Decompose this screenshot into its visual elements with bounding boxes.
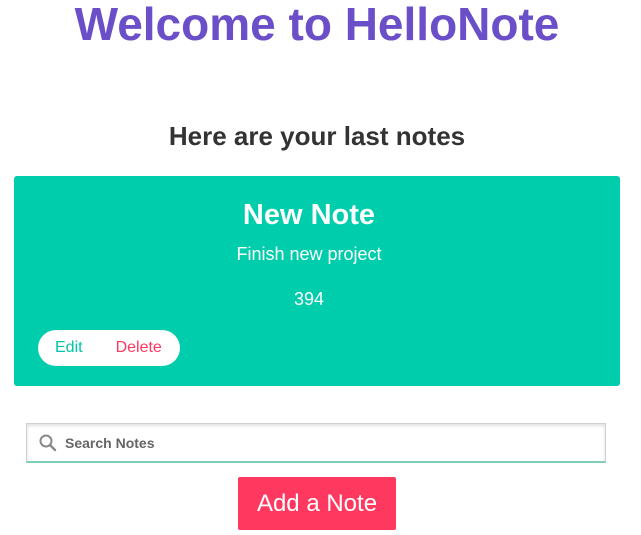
search-bar <box>26 423 606 463</box>
note-card: New Note Finish new project 394 Edit Del… <box>14 176 620 386</box>
search-input[interactable] <box>65 424 595 461</box>
edit-note-button[interactable]: Edit <box>38 339 83 357</box>
page-title: Welcome to HelloNote <box>74 0 560 50</box>
note-actions: Edit Delete <box>38 330 180 366</box>
note-body: Finish new project <box>236 244 382 264</box>
note-count: 394 <box>293 289 325 309</box>
notes-subtitle: Here are your last notes <box>168 121 466 151</box>
hellonote-page: Welcome to HelloNote Here are your last … <box>0 0 641 535</box>
note-title: New Note <box>242 199 376 231</box>
add-note-button[interactable]: Add a Note <box>238 477 396 530</box>
search-icon <box>38 433 58 453</box>
delete-note-button[interactable]: Delete <box>83 339 162 357</box>
